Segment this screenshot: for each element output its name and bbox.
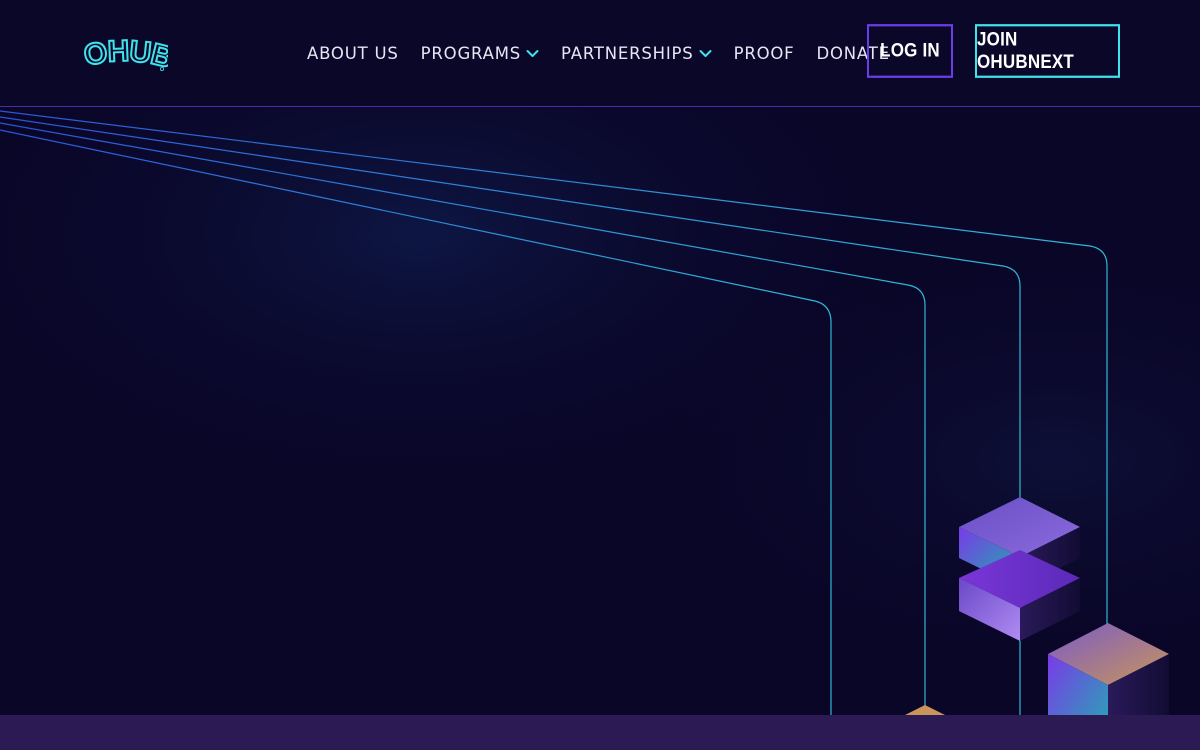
site-header: OHUB ABOUT US PROGRAMS PARTNERSHIPS [0,0,1200,107]
ohub-logo[interactable]: OHUB [84,30,168,74]
nav-item-label: ABOUT US [307,43,399,63]
nav-item-programs[interactable]: PROGRAMS [421,44,539,63]
nav-item-about-us[interactable]: ABOUT US [307,44,399,63]
nav-item-label: PARTNERSHIPS [561,43,694,63]
main-nav: ABOUT US PROGRAMS PARTNERSHIPS PROOF DON… [307,0,912,106]
bottom-band [0,715,1200,750]
chevron-down-icon [526,49,539,57]
join-ohubnext-button[interactable]: JOIN OHUBNEXT [975,24,1120,78]
nav-item-label: PROOF [733,43,795,63]
login-button[interactable]: LOG IN [867,24,953,78]
logo-text: OHUB [84,35,168,74]
join-button-label: JOIN OHUBNEXT [977,28,1074,73]
nav-item-partnerships[interactable]: PARTNERSHIPS [561,44,712,63]
hero-illustration [0,106,1200,750]
login-button-label: LOG IN [880,39,940,62]
nav-item-proof[interactable]: PROOF [734,44,795,63]
page: OHUB ABOUT US PROGRAMS PARTNERSHIPS [0,0,1200,750]
nav-item-label: PROGRAMS [420,43,522,63]
chevron-down-icon [699,49,712,57]
